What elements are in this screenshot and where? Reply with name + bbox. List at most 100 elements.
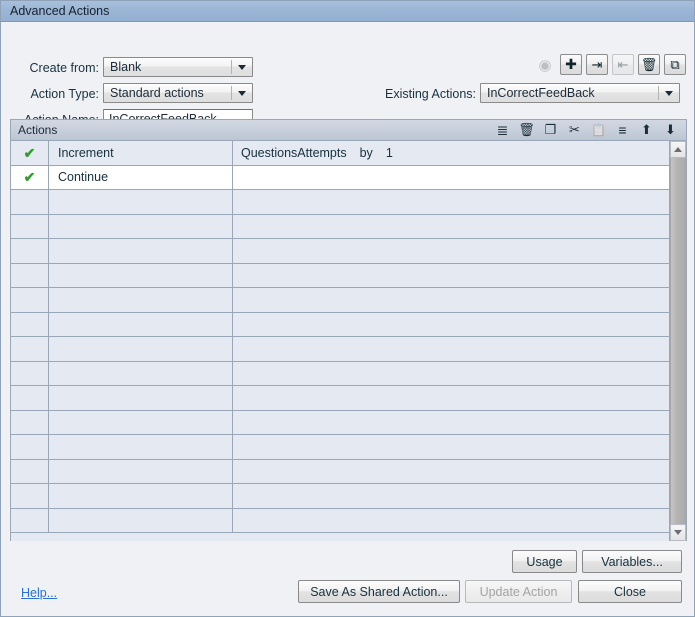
existing-actions-label: Existing Actions: bbox=[384, 87, 476, 101]
table-row[interactable] bbox=[11, 239, 669, 264]
row-status-cell bbox=[11, 459, 49, 483]
close-button[interactable]: Close bbox=[578, 580, 682, 603]
action-name-cell[interactable] bbox=[49, 263, 233, 287]
action-params-cell[interactable] bbox=[233, 484, 669, 508]
action-name-cell[interactable] bbox=[49, 435, 233, 459]
actions-panel: Actions ≣ 🗑 ❐ ✂ 📋 ≡ ⬆ ⬇ ✔ Increment Questi… bbox=[10, 119, 687, 541]
action-type-value: Standard actions bbox=[110, 86, 204, 100]
action-name-cell[interactable] bbox=[49, 214, 233, 238]
action-params-cell[interactable] bbox=[233, 288, 669, 312]
table-row[interactable] bbox=[11, 386, 669, 411]
table-row[interactable] bbox=[11, 435, 669, 460]
action-name-cell[interactable] bbox=[49, 288, 233, 312]
table-row[interactable] bbox=[11, 508, 669, 533]
action-form: Create from: Blank Action Type: Standard… bbox=[1, 22, 694, 129]
action-params-cell[interactable] bbox=[233, 166, 669, 190]
action-name-cell[interactable] bbox=[49, 484, 233, 508]
action-params-cell[interactable] bbox=[233, 190, 669, 214]
row-status-cell bbox=[11, 337, 49, 361]
cut-icon[interactable]: ✂ bbox=[566, 122, 583, 139]
action-params-cell[interactable] bbox=[233, 411, 669, 435]
move-up-icon[interactable]: ⬆ bbox=[638, 122, 655, 139]
action-name-cell[interactable]: Continue bbox=[49, 165, 233, 189]
action-params-cell[interactable] bbox=[233, 460, 669, 484]
import-icon[interactable]: ⇤ bbox=[612, 54, 634, 75]
action-params-cell[interactable] bbox=[233, 509, 669, 533]
save-as-shared-action-button[interactable]: Save As Shared Action... bbox=[298, 580, 460, 603]
scroll-down-icon[interactable] bbox=[670, 524, 686, 541]
move-down-icon[interactable]: ⬇ bbox=[662, 122, 679, 139]
table-row[interactable] bbox=[11, 214, 669, 239]
action-name-cell[interactable]: Increment bbox=[49, 141, 233, 165]
table-row[interactable] bbox=[11, 312, 669, 337]
help-link[interactable]: Help... bbox=[21, 586, 57, 600]
table-row[interactable]: ✔ Increment QuestionsAttempts by 1 bbox=[11, 141, 669, 166]
create-from-dropdown[interactable]: Blank bbox=[103, 57, 253, 77]
row-status-cell bbox=[11, 361, 49, 385]
advanced-actions-dialog: Advanced Actions Create from: Blank Acti… bbox=[0, 0, 695, 617]
insert-row-icon[interactable]: ≣ bbox=[494, 122, 511, 139]
delete-icon[interactable]: 🗑 bbox=[638, 54, 660, 75]
action-name-cell[interactable] bbox=[49, 386, 233, 410]
action-params-cell[interactable] bbox=[233, 362, 669, 386]
row-status-cell bbox=[11, 435, 49, 459]
action-name-cell[interactable] bbox=[49, 312, 233, 336]
actions-grid: ✔ Increment QuestionsAttempts by 1 ✔ Continue bbox=[11, 141, 686, 541]
action-params-cell[interactable] bbox=[233, 264, 669, 288]
duplicate-icon[interactable]: ⧉ bbox=[664, 54, 686, 75]
action-name-cell[interactable] bbox=[49, 508, 233, 532]
scrollbar-thumb[interactable] bbox=[670, 158, 686, 524]
table-row[interactable] bbox=[11, 263, 669, 288]
create-from-value: Blank bbox=[110, 60, 142, 74]
delete-row-icon[interactable]: 🗑 bbox=[518, 122, 535, 139]
row-status-cell: ✔ bbox=[11, 141, 49, 165]
action-name-cell[interactable] bbox=[49, 239, 233, 263]
action-params-cell[interactable]: QuestionsAttempts by 1 bbox=[233, 141, 669, 165]
export-icon[interactable]: ⇥ bbox=[586, 54, 608, 75]
update-action-button[interactable]: Update Action bbox=[465, 580, 572, 603]
action-params-cell[interactable] bbox=[233, 239, 669, 263]
grid-vertical-scrollbar[interactable] bbox=[669, 141, 686, 541]
action-name-cell[interactable] bbox=[49, 190, 233, 214]
usage-button[interactable]: Usage bbox=[512, 550, 577, 573]
action-name-cell[interactable] bbox=[49, 459, 233, 483]
preview-icon[interactable]: ◉ bbox=[534, 54, 556, 75]
action-name-cell[interactable] bbox=[49, 410, 233, 434]
paste-icon[interactable]: 📋 bbox=[590, 122, 607, 139]
actions-panel-header: Actions ≣ 🗑 ❐ ✂ 📋 ≡ ⬆ ⬇ bbox=[11, 120, 686, 141]
dialog-title: Advanced Actions bbox=[10, 4, 110, 18]
dialog-title-bar: Advanced Actions bbox=[1, 1, 694, 22]
action-param: QuestionsAttempts bbox=[241, 145, 347, 160]
action-param: by bbox=[359, 145, 373, 160]
table-row[interactable] bbox=[11, 484, 669, 509]
action-params-cell[interactable] bbox=[233, 313, 669, 337]
table-row[interactable] bbox=[11, 288, 669, 313]
action-params-cell[interactable] bbox=[233, 337, 669, 361]
scroll-up-icon[interactable] bbox=[670, 141, 686, 158]
copy-icon[interactable]: ❐ bbox=[542, 122, 559, 139]
insert-below-icon[interactable]: ≡ bbox=[614, 122, 631, 139]
row-status-cell bbox=[11, 288, 49, 312]
table-row[interactable] bbox=[11, 459, 669, 484]
actions-panel-title: Actions bbox=[18, 123, 58, 137]
row-status-cell bbox=[11, 312, 49, 336]
add-icon[interactable]: ✚ bbox=[560, 54, 582, 75]
table-row[interactable]: ✔ Continue bbox=[11, 165, 669, 190]
action-params-cell[interactable] bbox=[233, 386, 669, 410]
action-type-dropdown[interactable]: Standard actions bbox=[103, 83, 253, 103]
action-params-cell[interactable] bbox=[233, 215, 669, 239]
chevron-down-icon bbox=[232, 90, 252, 96]
table-row[interactable] bbox=[11, 190, 669, 215]
create-from-label: Create from: bbox=[29, 61, 99, 75]
action-toolbar: ◉ ✚ ⇥ ⇤ 🗑 ⧉ bbox=[534, 54, 686, 75]
row-status-cell bbox=[11, 484, 49, 508]
variables-button[interactable]: Variables... bbox=[582, 550, 682, 573]
action-name-cell[interactable] bbox=[49, 337, 233, 361]
table-row[interactable] bbox=[11, 361, 669, 386]
table-row[interactable] bbox=[11, 410, 669, 435]
existing-actions-dropdown[interactable]: InCorrectFeedBack bbox=[480, 83, 680, 103]
action-params-cell[interactable] bbox=[233, 435, 669, 459]
row-status-cell bbox=[11, 263, 49, 287]
action-name-cell[interactable] bbox=[49, 361, 233, 385]
table-row[interactable] bbox=[11, 337, 669, 362]
